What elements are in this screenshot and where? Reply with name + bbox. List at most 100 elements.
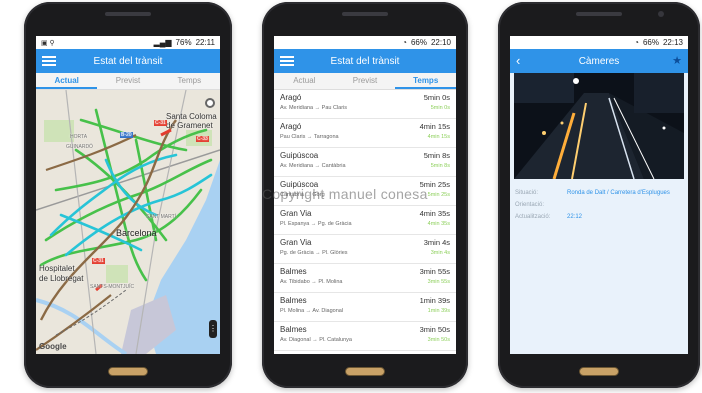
battery-level: 76%: [175, 38, 192, 47]
tab-temps[interactable]: Temps: [159, 73, 220, 89]
app-bar: ‹ Càmeres ★: [510, 49, 688, 73]
map-label-horta: HORTA: [70, 134, 88, 140]
screen-map: ▣ ⚲ ▂▄▆ 76% 22:11 Estat del trànsit Actu…: [36, 36, 220, 354]
item-time: 3min 4s: [423, 238, 450, 247]
road-badge-c31: C-31: [154, 120, 167, 126]
list-item[interactable]: Balmes Av. Tibidabo → Pl. Molina 3min 55s 3…: [274, 264, 456, 293]
map-label-santa-coloma: Santa Coloma: [166, 112, 217, 121]
road-badge-c31-south: C-31: [92, 258, 105, 264]
favorite-star-icon[interactable]: ★: [672, 54, 682, 67]
page-title: Càmeres: [578, 55, 620, 67]
map-label-gramenet: de Gramenet: [166, 121, 213, 130]
locate-icon[interactable]: [205, 98, 215, 108]
tab-previst[interactable]: Previst: [97, 73, 158, 89]
item-time: 3min 50s: [419, 325, 450, 334]
item-time: 5min 0s: [423, 93, 450, 102]
front-camera: [658, 11, 664, 17]
road-badge-b20: B-20: [120, 132, 133, 138]
battery-level: 66%: [642, 38, 659, 47]
item-route: Av. Tibidabo → Pl. Molina: [280, 279, 343, 285]
road-badge-c33: C-33: [196, 136, 209, 142]
speaker: [105, 12, 151, 16]
item-route: Av. Diagonal → Pl. Catalunya: [280, 337, 352, 343]
item-route: Av. Meridiana → Cantàbria: [280, 163, 346, 169]
item-route: Pl. Espanya → Pg. de Gràcia: [280, 221, 352, 227]
phone-camera: ◔ 66% 22:13 ‹ Càmeres ★ Situació: Ronda …: [498, 2, 700, 388]
item-sub-time: 5min 25s: [427, 192, 450, 198]
speaker: [342, 12, 388, 16]
home-button[interactable]: [108, 367, 148, 376]
item-route: Pg. de Gràcia → Pl. Glòries: [280, 250, 348, 256]
detail-row-orientacio: Orientació:: [515, 202, 683, 208]
speaker: [576, 12, 622, 16]
list-item[interactable]: Gran Via Pg. de Gràcia → Pl. Glòries 3min …: [274, 235, 456, 264]
tab-previst[interactable]: Previst: [335, 73, 396, 89]
list-item[interactable]: Aragó Pau Claris → Tarragona 4min 15s 4min …: [274, 119, 456, 148]
menu-icon[interactable]: [42, 56, 56, 66]
traffic-map[interactable]: Santa Coloma de Gramenet HORTA GUINARDÓ …: [36, 90, 220, 354]
item-sub-time: 1min 39s: [427, 308, 450, 314]
camera-night-scene: [514, 73, 684, 179]
home-button[interactable]: [345, 367, 385, 376]
detail-key: Situació:: [515, 190, 539, 196]
list-item[interactable]: Balmes Av. Diagonal → Pl. Catalunya 3min 5…: [274, 322, 456, 351]
list-item[interactable]: Gran Via Pl. Espanya → Pg. de Gràcia 4min …: [274, 206, 456, 235]
map-label-sant-marti: SANT MARTÍ: [146, 214, 177, 220]
item-sub-time: 3min 55s: [427, 279, 450, 285]
item-sub-time: 4min 35s: [427, 221, 450, 227]
list-item[interactable]: Guipúscoa Av. Meridiana → Cantàbria 5min 8…: [274, 148, 456, 177]
detail-value: 22:12: [567, 214, 583, 220]
battery-level: 66%: [410, 38, 427, 47]
map-label-barcelona: Barcelona: [116, 228, 157, 238]
page-title: Estat del trànsit: [93, 55, 163, 67]
menu-icon[interactable]: [280, 56, 294, 66]
tab-actual[interactable]: Actual: [36, 73, 98, 89]
detail-value: [567, 202, 683, 208]
detail-key: Orientació:: [515, 202, 545, 208]
camera-image: [514, 73, 684, 179]
status-bar: ◔ 66% 22:10: [274, 36, 456, 49]
home-button[interactable]: [579, 367, 619, 376]
item-sub-time: 3min 50s: [427, 337, 450, 343]
google-logo: Google: [39, 342, 67, 351]
wifi-icon: ◔: [634, 38, 639, 47]
status-time: 22:10: [430, 38, 451, 47]
signal-icon: ▂▄▆: [153, 38, 172, 47]
app-bar: Estat del trànsit: [274, 49, 456, 73]
item-time: 4min 35s: [419, 209, 450, 218]
camera-details: Situació: Ronda de Dalt / Carretera d'Es…: [510, 184, 688, 354]
item-sub-time: 5min 0s: [430, 105, 450, 111]
wifi-icon: ◔: [402, 38, 407, 47]
notification-icons: ▣ ⚲: [41, 39, 55, 47]
screen-camera: ◔ 66% 22:13 ‹ Càmeres ★ Situació: Ronda …: [510, 36, 688, 354]
copyright-watermark: Copyright manuel conesa: [262, 186, 428, 202]
tab-temps[interactable]: Temps: [395, 73, 456, 89]
travel-time-list: Aragó Av. Meridiana → Pau Claris 5min 0s 5m…: [274, 90, 456, 354]
tab-actual[interactable]: Actual: [274, 73, 335, 89]
tab-bar: Actual Previst Temps: [274, 73, 456, 90]
item-time: 4min 15s: [419, 122, 450, 131]
detail-row-situacio: Situació: Ronda de Dalt / Carretera d'Es…: [515, 190, 683, 196]
detail-key: Actualització:: [515, 214, 551, 220]
list-item[interactable]: Aragó Av. Meridiana → Pau Claris 5min 0s 5m…: [274, 90, 456, 119]
map-label-llobregat: de Llobregat: [39, 274, 84, 283]
page-title: Estat del trànsit: [330, 55, 400, 67]
item-sub-time: 5min 8s: [430, 163, 450, 169]
detail-row-actualitzacio: Actualització: 22:12: [515, 214, 683, 220]
detail-value: Ronda de Dalt / Carretera d'Esplugues: [567, 190, 670, 196]
item-time: 3min 55s: [419, 267, 450, 276]
item-sub-time: 4min 15s: [427, 134, 450, 140]
item-sub-time: 3min 4s: [430, 250, 450, 256]
item-route: Pl. Molina → Av. Diagonal: [280, 308, 344, 314]
phone-map: ▣ ⚲ ▂▄▆ 76% 22:11 Estat del trànsit Actu…: [24, 2, 232, 388]
status-time: 22:13: [662, 38, 683, 47]
more-options-icon[interactable]: ⋮: [209, 320, 217, 338]
map-label-hospitalet: Hospitalet: [39, 264, 75, 273]
item-route: Pau Claris → Tarragona: [280, 134, 339, 140]
item-route: Av. Meridiana → Pau Claris: [280, 105, 348, 111]
status-bar: ◔ 66% 22:13: [510, 36, 688, 49]
list-item[interactable]: Balmes Pl. Molina → Av. Diagonal 1min 39s 1…: [274, 293, 456, 322]
map-label-guinardo: GUINARDÓ: [66, 144, 93, 150]
app-bar: Estat del trànsit: [36, 49, 220, 73]
item-time: 5min 8s: [423, 151, 450, 160]
